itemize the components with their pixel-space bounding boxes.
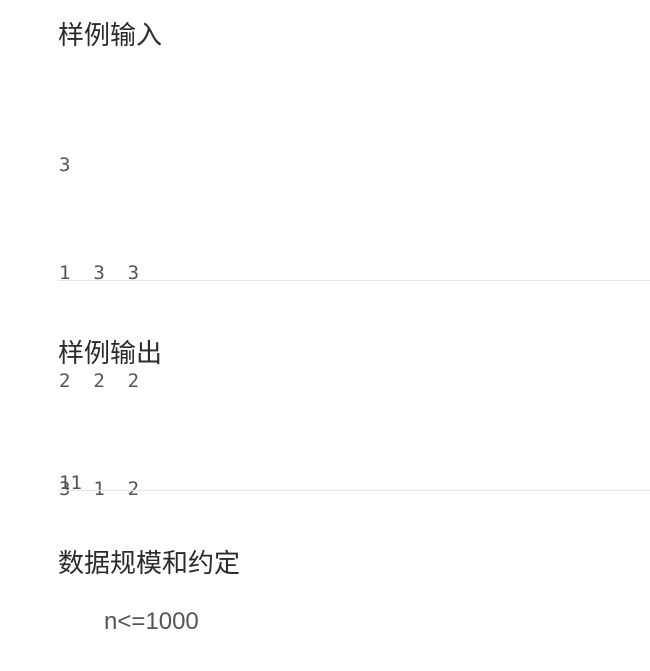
section-divider: [58, 280, 650, 281]
constraints-text: n<=1000: [104, 608, 199, 635]
sample-output-line: 11: [59, 472, 82, 494]
section-divider: [58, 490, 650, 491]
sample-input-line: 1 3 3: [59, 262, 140, 284]
sample-input-line: 3: [59, 154, 71, 176]
sample-output-block: 11: [59, 393, 82, 537]
sample-input-heading: 样例输入: [58, 21, 163, 51]
sample-output-heading: 样例输出: [58, 339, 163, 369]
constraints-heading: 数据规模和约定: [58, 549, 241, 579]
